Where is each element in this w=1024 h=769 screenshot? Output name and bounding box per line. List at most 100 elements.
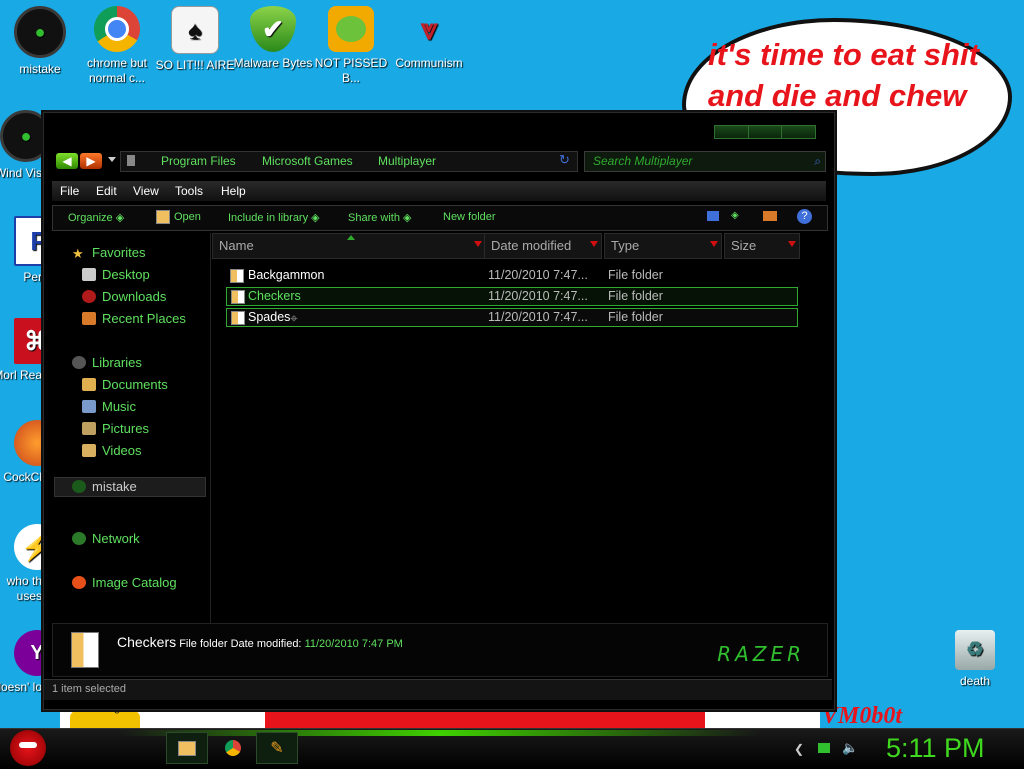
menu-help[interactable]: Help [221,184,246,198]
search-input[interactable]: Search Multiplayer ⌕ [584,151,826,172]
nav-recent-places[interactable]: Recent Places [82,311,186,326]
nav-libraries[interactable]: Libraries [72,355,142,370]
folder-icon [178,740,196,756]
desktop-icon-label: mistake [19,62,61,76]
column-label: Date modified [491,238,572,253]
preview-pane-icon[interactable] [763,211,777,221]
forward-arrow-icon: ▶ [86,154,96,168]
nav-label: Music [102,399,136,414]
volume-icon[interactable]: 🔈 [842,740,858,756]
include-in-library-button[interactable]: Include in library ◈ [228,211,320,224]
nav-label: Favorites [92,245,146,260]
open-folder-icon [156,210,170,224]
desktop-icon-solitaire[interactable]: ♠ SO LIT!!! AIRE [155,6,235,73]
nav-documents[interactable]: Documents [82,377,168,392]
column-type[interactable]: Type [604,233,722,259]
share-with-button[interactable]: Share with ◈ [348,211,412,224]
desktop-icon-yahoo[interactable]: Y doesn' lo [0,630,42,695]
nav-downloads[interactable]: Downloads [82,289,166,304]
show-hidden-icons-icon[interactable]: ❮ [794,742,804,756]
menu-edit[interactable]: Edit [96,184,117,198]
minimize-button[interactable] [715,126,749,138]
folder-icon [71,632,99,668]
close-button[interactable] [781,126,814,138]
maximize-button[interactable] [748,126,782,138]
desktop-icon-recycle-bin[interactable]: ♻ death [935,630,1015,689]
views-dropdown-icon[interactable]: ◈ [731,210,739,221]
menu-file[interactable]: File [60,184,79,198]
taskbar-clock[interactable]: 5:11 PM [886,733,985,764]
desktop-icon-label: Communism [395,56,463,70]
open-button[interactable]: Open [174,211,201,223]
desktop-icon-chrome[interactable]: chrome but normal c... [77,6,157,86]
chrome-icon [225,740,241,756]
search-placeholder: Search Multiplayer [593,154,693,168]
views-icon[interactable] [707,211,719,221]
file-type: File folder [608,289,663,303]
nav-favorites[interactable]: ★ Favorites [72,245,146,261]
nav-homegroup[interactable]: mistake [72,479,137,494]
nav-music[interactable]: Music [82,399,136,414]
details-date-value: 11/20/2010 7:47 PM [304,638,403,650]
menu-tools[interactable]: Tools [175,184,203,198]
desktop-icon-label: Per [23,270,42,284]
breadcrumb-microsoft-games[interactable]: Microsoft Games [262,154,353,168]
nav-label: Libraries [92,355,142,370]
network-tray-icon[interactable] [818,743,830,753]
nav-desktop[interactable]: Desktop [82,267,150,282]
refresh-icon[interactable]: ↻ [559,152,570,168]
taskbar-paint[interactable]: ✎ [256,732,298,764]
document-p-icon: P [14,216,42,266]
details-pane: Checkers File folder Date modified: 11/2… [52,623,828,677]
nav-label: Recent Places [102,311,186,326]
back-button[interactable]: ◀ [56,153,78,169]
nav-pictures[interactable]: Pictures [82,421,149,436]
desktop-icon-label: death [959,674,991,688]
details-date-label: Date modified: [230,638,302,650]
nav-videos[interactable]: Videos [82,443,142,458]
desktop-icon-cockcl[interactable]: CockCl [0,420,42,485]
nav-label: Pictures [102,421,149,436]
menu-view[interactable]: View [133,184,159,198]
column-dropdown-icon[interactable] [710,241,718,247]
videos-icon [82,444,96,457]
details-info: Checkers File folder Date modified: 11/2… [117,634,403,650]
file-row-checkers[interactable]: Checkers 11/20/2010 7:47... File folder [226,287,798,306]
desktop-icon-malwarebytes[interactable]: ✔ Malware Bytes [233,6,313,71]
file-row-backgammon[interactable]: Backgammon 11/20/2010 7:47... File folde… [226,267,796,284]
details-type: File folder [179,638,228,650]
column-dropdown-icon[interactable] [788,241,796,247]
desktop-icon-communism[interactable]: ⩔ Communism [389,6,469,71]
desktop-icon-who-uses[interactable]: ⚡ who th uses [0,524,42,604]
column-size[interactable]: Size [724,233,800,259]
desktop-icon-mistake[interactable]: ● mistake [0,6,80,77]
desktop-icon-angry-birds[interactable]: NOT PISSED B... [311,6,391,86]
new-folder-button[interactable]: New folder [443,211,496,223]
desktop-icon-reader[interactable]: ⌘ Morl Rea [0,318,42,383]
desktop-icon-per[interactable]: P Per [0,216,42,285]
start-button[interactable] [10,730,46,766]
folder-icon [230,269,244,283]
file-date: 11/20/2010 7:47... [488,268,588,282]
nav-image-catalog[interactable]: Image Catalog [72,575,177,590]
column-date-modified[interactable]: Date modified [484,233,602,259]
taskbar-explorer[interactable] [166,732,208,764]
forward-button[interactable]: ▶ [80,153,102,169]
file-name: Backgammon [248,268,325,282]
column-dropdown-icon[interactable] [590,241,598,247]
recent-pages-chevron-icon[interactable] [108,157,116,162]
taskbar-chrome[interactable] [212,732,254,764]
help-icon[interactable]: ? [797,209,812,224]
column-dropdown-icon[interactable] [474,241,482,247]
file-type: File folder [608,310,663,324]
file-row-spades[interactable]: Spades 11/20/2010 7:47... File folder [226,308,798,327]
nav-network[interactable]: Network [72,531,140,546]
breadcrumb-multiplayer[interactable]: Multiplayer [378,154,436,168]
desktop-icon-windows[interactable]: ● Wind Vis [0,110,42,181]
sort-ascending-icon [347,235,355,240]
pdf-icon: ⌘ [14,318,42,364]
file-date: 11/20/2010 7:47... [488,310,588,324]
breadcrumb-program-files[interactable]: Program Files [161,154,236,168]
organize-button[interactable]: Organize ◈ [68,211,124,224]
desktop-icon-label: chrome but normal c... [86,56,148,85]
